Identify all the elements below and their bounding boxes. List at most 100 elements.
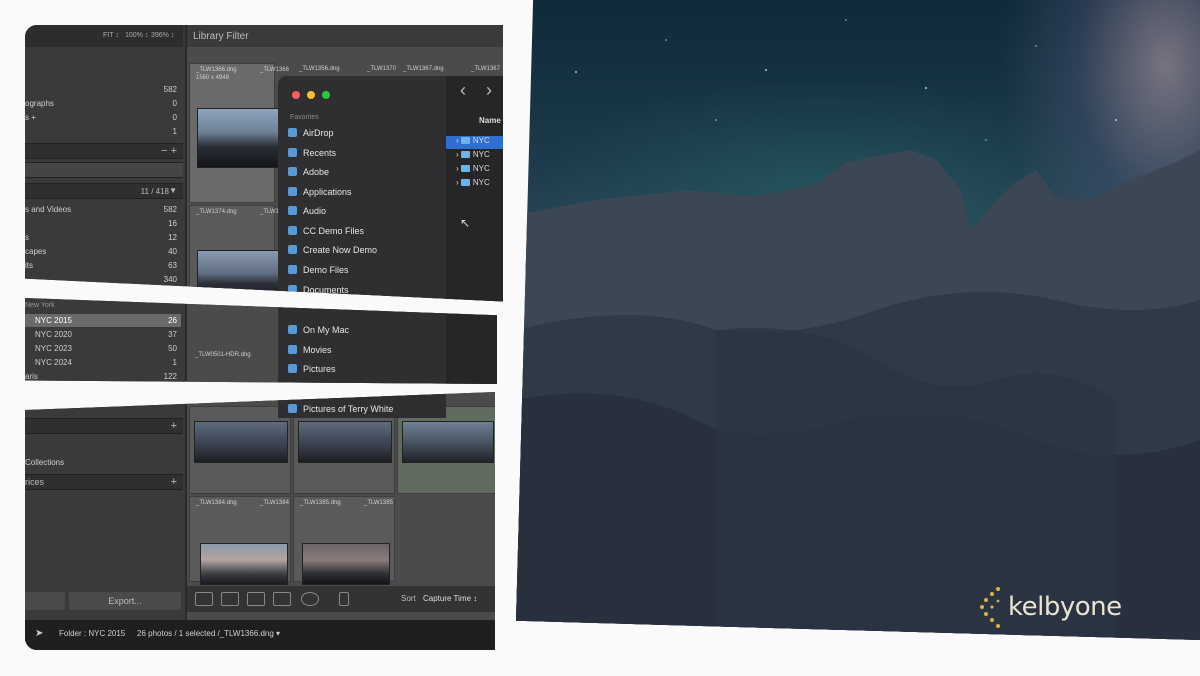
zoom-fit[interactable]: FIT ↕ xyxy=(103,32,119,39)
loupe-view-icon[interactable] xyxy=(221,592,239,606)
forward-icon[interactable]: › xyxy=(486,80,492,101)
grid-cell-selected[interactable]: _TLW1366.dng 1560 x 4948 _TLW1366 xyxy=(189,63,289,203)
library-filter-title[interactable]: Library Filter xyxy=(193,31,249,42)
clock-icon xyxy=(288,148,297,157)
file-name: _TLW0501-HDR.dng xyxy=(195,352,251,358)
grid-cell[interactable]: _TLW1384.dng _TLW1384 xyxy=(189,496,291,585)
catalog-row[interactable]: 582 xyxy=(25,83,181,96)
thumbnail-image[interactable] xyxy=(302,543,390,585)
finder-folder-row-selected[interactable]: › NYC xyxy=(446,136,503,149)
compare-view-icon[interactable] xyxy=(247,592,265,606)
grid-view-icon[interactable] xyxy=(195,592,213,606)
zoom-other[interactable]: 396% ↕ xyxy=(151,32,174,39)
finder-item-documents[interactable]: Documents xyxy=(288,285,349,295)
left-sidebar-lower: + Collections rices + Export... xyxy=(25,392,185,650)
folder-row[interactable]: capes 40 xyxy=(25,245,181,258)
folder-icon xyxy=(288,245,297,254)
kelbyone-logo-text: kelbyone xyxy=(1008,592,1122,622)
back-icon[interactable]: ‹ xyxy=(460,80,466,101)
finder-item-pictures-of-terry-white[interactable]: Pictures of Terry White xyxy=(288,404,393,414)
airdrop-icon xyxy=(288,128,297,137)
sort-select[interactable]: Capture Time ↕ xyxy=(423,594,477,603)
finder-item-create-now-demo[interactable]: Create Now Demo xyxy=(288,245,377,255)
bottom-toolbar: Sort Capture Time ↕ xyxy=(187,586,495,612)
finder-folder-row[interactable]: › NYC xyxy=(446,164,503,177)
publish-services-header[interactable]: rices + xyxy=(25,474,183,490)
film-icon xyxy=(288,345,297,354)
catalog-row[interactable]: ographs 0 xyxy=(25,97,181,110)
folders-count-header[interactable]: 11 / 418 ▼ xyxy=(25,183,183,199)
survey-view-icon[interactable] xyxy=(273,592,291,606)
folder-row[interactable]: its 63 xyxy=(25,259,181,272)
folder-row[interactable]: NYC 2023 50 xyxy=(25,342,181,355)
mouse-cursor-icon: ↖ xyxy=(460,216,471,230)
folders-header[interactable]: − + xyxy=(25,143,183,159)
folder-icon xyxy=(288,206,297,215)
finder-item-recents[interactable]: Recents xyxy=(288,148,336,158)
finder-sidebar-bottom: Pictures of Terry White xyxy=(278,392,446,418)
close-window-button[interactable] xyxy=(292,91,300,99)
add-service-icon[interactable]: + xyxy=(171,476,177,488)
photo-count[interactable]: 26 photos / 1 selected /_TLW1366.dng ▾ xyxy=(137,629,280,638)
finder-item-adobe[interactable]: Adobe xyxy=(288,167,329,177)
folder-row[interactable]: NYC 2024 1 xyxy=(25,356,181,369)
folder-row[interactable]: 340 xyxy=(25,273,181,286)
collections-label[interactable]: Collections xyxy=(25,458,64,467)
thumbnail-image[interactable] xyxy=(197,108,281,168)
thumbnail-image[interactable] xyxy=(197,250,281,302)
folder-icon xyxy=(288,226,297,235)
folder-row[interactable]: 16 xyxy=(25,217,181,230)
grid-cell[interactable] xyxy=(189,406,291,494)
export-button[interactable]: Export... xyxy=(69,592,181,610)
finder-item-cc-demo-files[interactable]: CC Demo Files xyxy=(288,226,364,236)
finder-folder-row[interactable]: › NYC xyxy=(446,178,503,191)
finder-item-on-my-mac[interactable]: On My Mac xyxy=(288,325,349,335)
folder-row-selected[interactable]: NYC 2015 26 xyxy=(25,314,181,327)
finder-folder-row[interactable]: › NYC xyxy=(446,150,503,163)
thumbnail-image[interactable] xyxy=(298,421,392,463)
thumbnail-image[interactable] xyxy=(402,421,494,463)
folder-path[interactable]: Folder : NYC 2015 xyxy=(59,629,125,638)
collections-header[interactable]: + xyxy=(25,418,183,434)
folder-row[interactable]: s and Videos 582 xyxy=(25,203,181,216)
folder-icon xyxy=(288,265,297,274)
finder-item-movies[interactable]: Movies xyxy=(288,345,332,355)
kelbyone-logo-icon xyxy=(980,587,1000,628)
lightroom-middle-panel: New York NYC 2015 26 NYC 2020 37 NYC 2023 5… xyxy=(25,298,497,384)
minimize-window-button[interactable] xyxy=(307,91,315,99)
people-view-icon[interactable] xyxy=(301,592,319,606)
finder-item-pictures[interactable]: Pictures xyxy=(288,364,336,374)
grid-cell[interactable] xyxy=(293,406,395,494)
name-column-header[interactable]: Name xyxy=(479,116,501,125)
import-button[interactable] xyxy=(25,592,65,610)
finder-item-audio[interactable]: Audio xyxy=(288,206,326,216)
finder-item-airdrop[interactable]: AirDrop xyxy=(288,128,334,138)
grid-cell[interactable] xyxy=(397,406,495,494)
lightroom-top-panel: FIT ↕ 100% ↕ 396% ↕ 582 ographs 0 s +0 1 … xyxy=(25,25,503,302)
folder-row[interactable]: aris 122 xyxy=(25,370,181,383)
night-landscape-photo: kelbyone xyxy=(516,0,1200,640)
thumbnail-image[interactable] xyxy=(194,421,288,463)
folders-add-icon[interactable]: − + xyxy=(161,145,177,157)
zoom-100[interactable]: 100% ↕ xyxy=(125,32,148,39)
zoom-window-button[interactable] xyxy=(322,91,330,99)
finder-item-applications[interactable]: Applications xyxy=(288,187,352,197)
add-collection-icon[interactable]: + xyxy=(171,420,177,432)
chevron-right-icon: › xyxy=(456,150,459,159)
finder-sidebar: Favorites AirDrop Recents Adobe Applicat… xyxy=(278,76,448,302)
folder-icon xyxy=(460,151,470,158)
folder-row[interactable]: NYC 2020 37 xyxy=(25,328,181,341)
arrow-right-icon[interactable]: ➤ xyxy=(35,628,43,639)
spray-can-icon[interactable] xyxy=(339,592,349,606)
folder-group-new-york[interactable]: New York xyxy=(25,302,55,309)
folder-row[interactable]: s 12 xyxy=(25,231,181,244)
folder-icon xyxy=(288,285,297,294)
catalog-row[interactable]: 1 xyxy=(25,125,181,138)
catalog-row[interactable]: s +0 xyxy=(25,111,181,124)
sort-label: Sort xyxy=(401,594,416,603)
finder-item-demo-files[interactable]: Demo Files xyxy=(288,265,349,275)
grid-cell[interactable]: _TLW1385.dng _TLW1385 xyxy=(293,496,395,585)
thumbnail-image[interactable] xyxy=(200,543,288,585)
grid-cell[interactable]: _TLW1374.dng _TLW1 xyxy=(189,205,281,302)
triangle-down-icon[interactable]: ▼ xyxy=(169,186,177,195)
